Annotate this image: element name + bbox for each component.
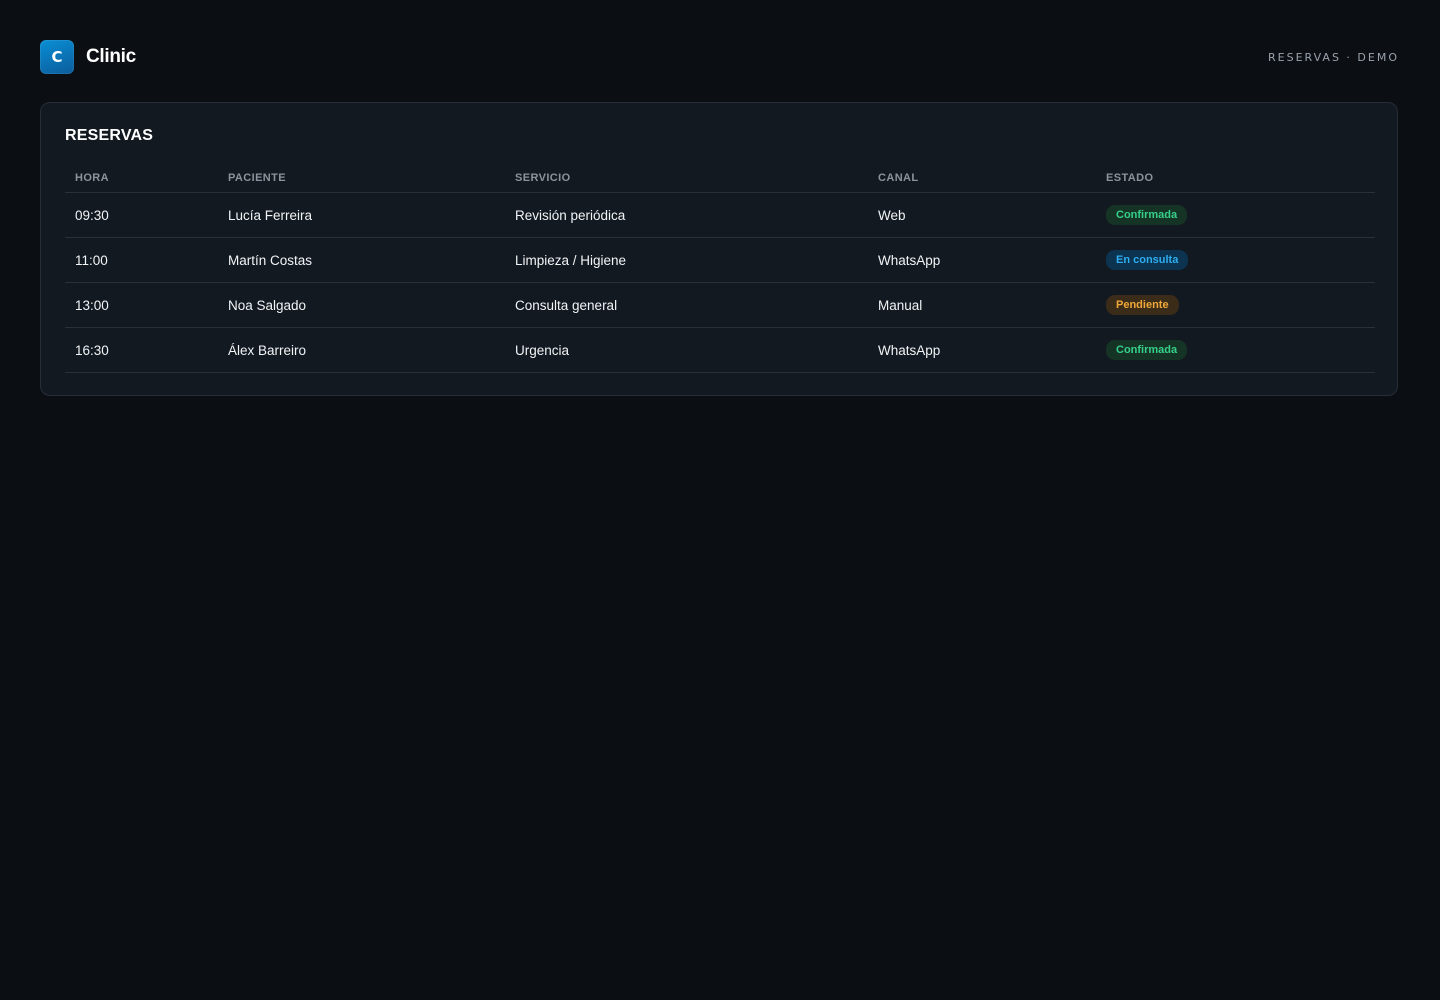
card-title: RESERVAS: [65, 127, 154, 144]
brand[interactable]: C Clinic: [40, 40, 136, 74]
column-header-estado: ESTADO: [1096, 163, 1375, 193]
cell-hora: 13:00: [65, 282, 218, 328]
table-row[interactable]: 16:30 Álex Barreiro Urgencia WhatsApp Co…: [65, 327, 1375, 373]
cell-estado: En consulta: [1096, 237, 1375, 283]
cell-canal: WhatsApp: [868, 327, 1096, 373]
cell-canal: Manual: [868, 282, 1096, 328]
status-badge: Pendiente: [1106, 295, 1179, 315]
cell-paciente: Lucía Ferreira: [218, 192, 505, 238]
cell-hora: 09:30: [65, 192, 218, 238]
cell-estado: Pendiente: [1096, 282, 1375, 328]
table-row[interactable]: 13:00 Noa Salgado Consulta general Manua…: [65, 282, 1375, 328]
cell-canal: Web: [868, 192, 1096, 238]
cell-hora: 11:00: [65, 237, 218, 283]
cell-servicio: Consulta general: [505, 282, 868, 328]
column-header-servicio: SERVICIO: [505, 163, 868, 193]
cell-paciente: Noa Salgado: [218, 282, 505, 328]
column-header-canal: CANAL: [868, 163, 1096, 193]
top-bar: C Clinic RESERVAS · DEMO: [40, 40, 1399, 74]
table-header-row: HORA PACIENTE SERVICIO CANAL ESTADO: [65, 163, 1375, 193]
table-row[interactable]: 11:00 Martín Costas Limpieza / Higiene W…: [65, 237, 1375, 283]
column-header-hora: HORA: [65, 163, 218, 193]
cell-estado: Confirmada: [1096, 327, 1375, 373]
cell-servicio: Limpieza / Higiene: [505, 237, 868, 283]
clinic-logo-icon: C: [40, 40, 74, 74]
cell-paciente: Martín Costas: [218, 237, 505, 283]
status-badge: Confirmada: [1106, 340, 1188, 360]
cell-servicio: Urgencia: [505, 327, 868, 373]
reservas-card: RESERVAS HORA PACIENTE SERVICIO CANAL ES…: [40, 102, 1398, 396]
status-badge: En consulta: [1106, 250, 1189, 270]
section-tag: RESERVAS · DEMO: [1268, 50, 1399, 64]
table-row[interactable]: 09:30 Lucía Ferreira Revisión periódica …: [65, 192, 1375, 238]
cell-canal: WhatsApp: [868, 237, 1096, 283]
cell-hora: 16:30: [65, 327, 218, 373]
cell-estado: Confirmada: [1096, 192, 1375, 238]
status-badge: Confirmada: [1106, 205, 1188, 225]
column-header-paciente: PACIENTE: [218, 163, 505, 193]
reservas-table: HORA PACIENTE SERVICIO CANAL ESTADO 09:3…: [65, 163, 1375, 373]
cell-servicio: Revisión periódica: [505, 192, 868, 238]
brand-name: Clinic: [86, 46, 136, 67]
cell-paciente: Álex Barreiro: [218, 327, 505, 373]
